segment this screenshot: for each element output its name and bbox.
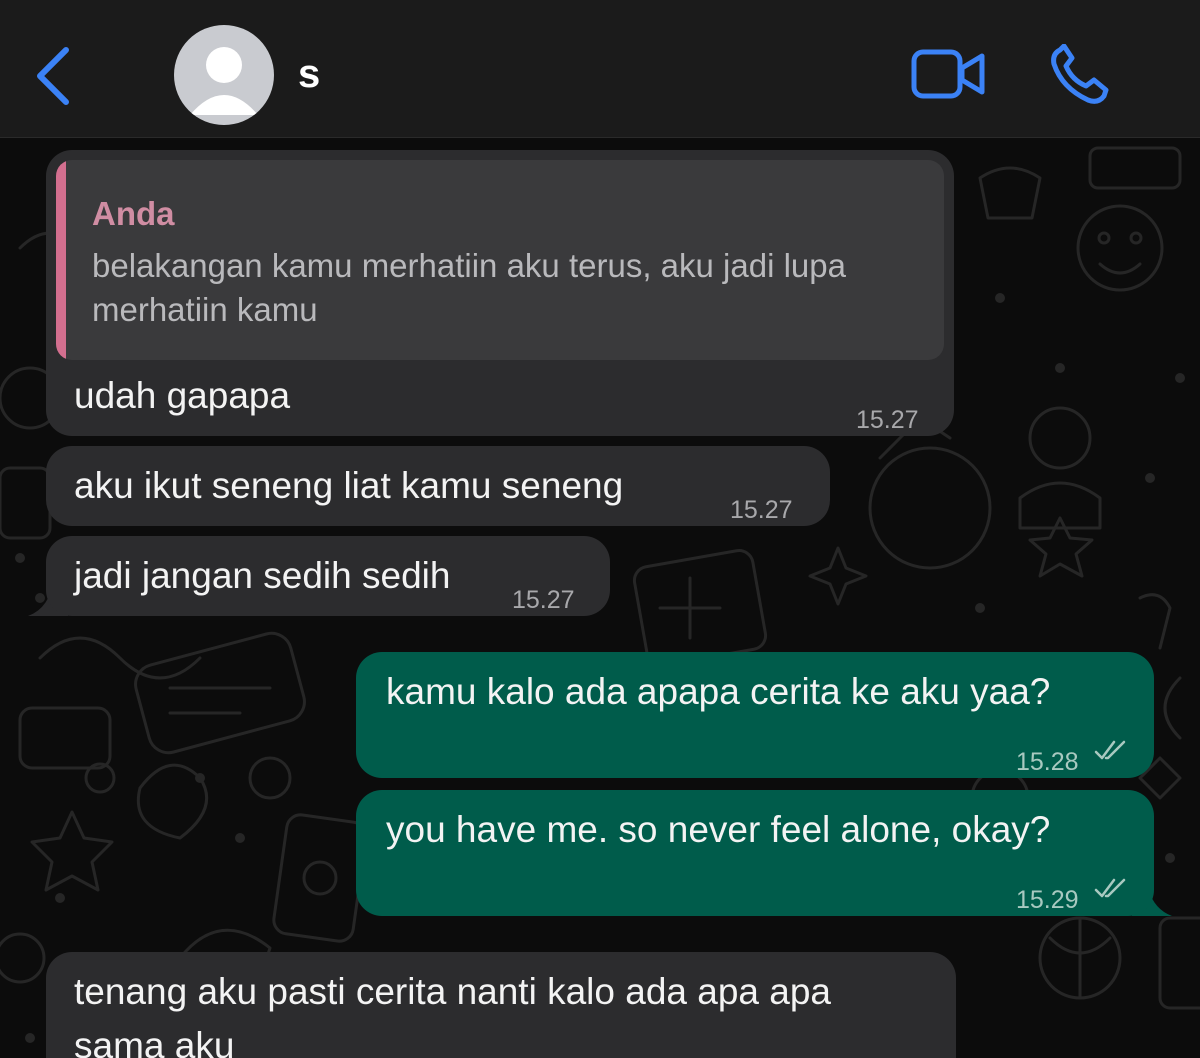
contact-name[interactable]: s: [298, 52, 320, 97]
quote-text: belakangan kamu merhatiin aku terus, aku…: [92, 247, 846, 328]
message-text: jadi jangan sedih sedih: [74, 555, 451, 596]
quoted-message[interactable]: Anda belakangan kamu merhatiin aku terus…: [56, 160, 944, 360]
chevron-left-icon[interactable]: [30, 44, 76, 108]
message-text-line: tenang aku pasti cerita nanti kalo ada a…: [74, 971, 832, 1012]
message-time: 15.27: [856, 406, 919, 434]
message-time: 15.29: [1016, 886, 1079, 914]
chat-header: s: [0, 0, 1200, 138]
message-bubble-incoming[interactable]: Anda belakangan kamu merhatiin aku terus…: [46, 150, 954, 436]
message-text: aku ikut seneng liat kamu seneng: [74, 465, 624, 506]
message-bubble-outgoing[interactable]: you have me. so never feel alone, okay? …: [356, 790, 1154, 916]
quote-author: Anda: [92, 195, 175, 232]
message-text: you have me. so never feel alone, okay?: [386, 809, 1051, 850]
avatar[interactable]: [174, 25, 274, 125]
message-time: 15.27: [730, 496, 793, 524]
message-time: 15.27: [512, 586, 575, 614]
message-bubble-incoming[interactable]: tenang aku pasti cerita nanti kalo ada a…: [46, 952, 956, 1058]
message-bubble-incoming[interactable]: jadi jangan sedih sedih 15.27: [46, 536, 610, 616]
message-bubble-outgoing[interactable]: kamu kalo ada apapa cerita ke aku yaa? 1…: [356, 652, 1154, 778]
person-silhouette-icon: [190, 47, 258, 115]
message-text: kamu kalo ada apapa cerita ke aku yaa?: [386, 671, 1051, 712]
message-time: 15.46: [856, 1044, 919, 1058]
message-text-line: sama aku: [74, 1025, 235, 1058]
phone-icon[interactable]: [1050, 44, 1114, 104]
video-camera-icon[interactable]: [910, 48, 986, 100]
message-text: udah gapapa: [74, 375, 291, 416]
quote-accent-bar: [56, 160, 66, 360]
double-check-icon: [1094, 740, 1126, 760]
message-bubble-incoming[interactable]: aku ikut seneng liat kamu seneng 15.27: [46, 446, 830, 526]
message-time: 15.28: [1016, 748, 1079, 776]
double-check-icon: [1094, 878, 1126, 898]
